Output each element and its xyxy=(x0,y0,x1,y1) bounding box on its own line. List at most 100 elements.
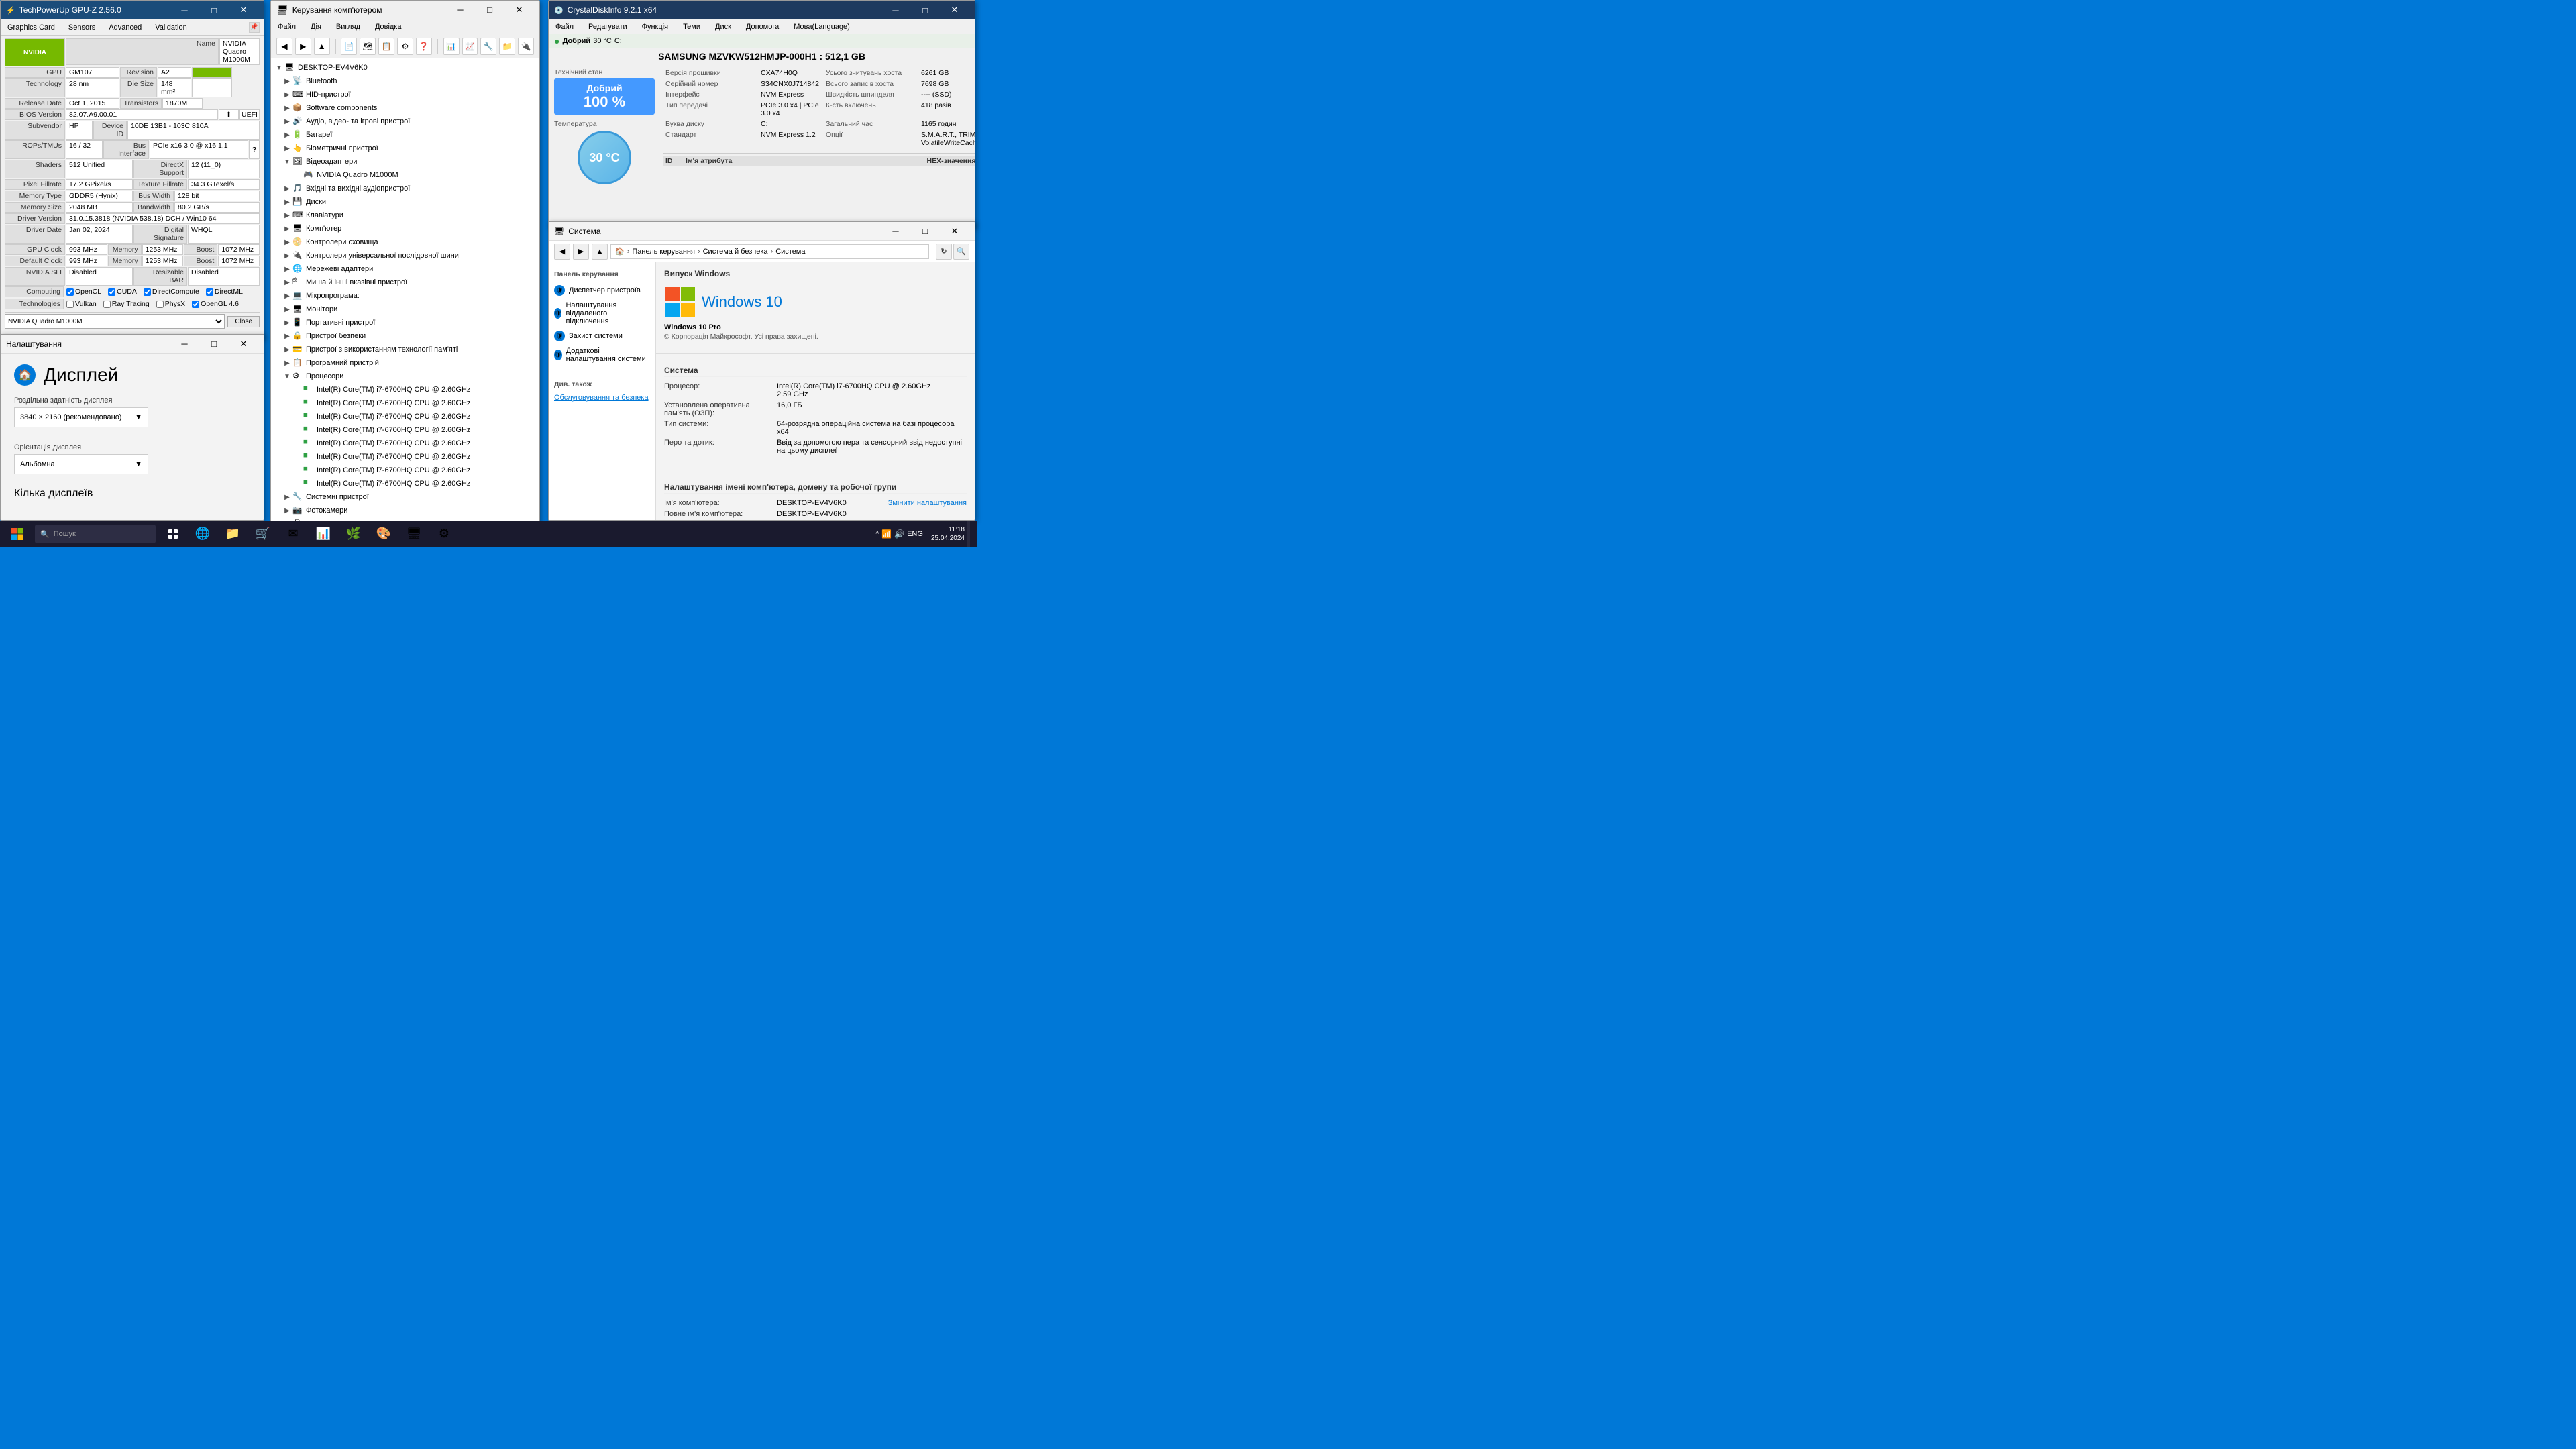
settings-maximize-btn[interactable]: □ xyxy=(199,335,229,354)
cam-toggle[interactable]: ▶ xyxy=(282,505,292,516)
bat-toggle[interactable]: ▶ xyxy=(282,129,292,140)
audio-io-toggle[interactable]: ▶ xyxy=(282,183,292,194)
nav-device-manager[interactable]: 🛡 Диспетчер пристроїв xyxy=(549,282,655,299)
mouse-toggle[interactable]: ▶ xyxy=(282,277,292,288)
sysinfo-back-btn[interactable]: ◀ xyxy=(554,244,570,260)
tree-sysdev[interactable]: ▶ 🔧 Системні пристрої xyxy=(271,490,539,504)
breadcrumb-2[interactable]: Система й безпека xyxy=(703,248,768,256)
nav-search-btn[interactable]: 🔍 xyxy=(953,244,969,260)
crystal-menu-edit[interactable]: Редагувати xyxy=(586,21,630,32)
bios-share-icon[interactable]: ⬆ xyxy=(219,109,239,120)
toolbar-extra5-btn[interactable]: 🔌 xyxy=(518,38,534,55)
manager-menu-help[interactable]: Довідка xyxy=(372,21,405,32)
toolbar-extra2-btn[interactable]: 📈 xyxy=(462,38,478,55)
orientation-dropdown[interactable]: Альбомна ▼ xyxy=(14,454,148,474)
toolbar-prop-btn[interactable]: ⚙ xyxy=(397,38,413,55)
bt-toggle[interactable]: ▶ xyxy=(282,76,292,87)
bio-toggle[interactable]: ▶ xyxy=(282,143,292,154)
toolbar-show-hide-btn[interactable]: 📄 xyxy=(341,38,357,55)
sec-toggle[interactable]: ▶ xyxy=(282,331,292,341)
tree-security[interactable]: ▶ 🔒 Пристрої безпеки xyxy=(271,329,539,343)
gpuz-pin-btn[interactable]: 📌 xyxy=(249,22,260,33)
port-toggle[interactable]: ▶ xyxy=(282,317,292,328)
see-also-link[interactable]: Обслуговування та безпека xyxy=(554,394,649,402)
crystal-minimize-btn[interactable]: ─ xyxy=(881,1,910,19)
taskbar-app5-btn[interactable]: 📊 xyxy=(309,521,338,547)
tree-memtech[interactable]: ▶ 💳 Пристрої з використанням технології … xyxy=(271,343,539,356)
tree-software[interactable]: ▶ 📦 Software components xyxy=(271,101,539,115)
mem-toggle[interactable]: ▶ xyxy=(282,344,292,355)
tree-mouse[interactable]: ▶ 🖱 Миша й інші вказівні пристрої xyxy=(271,276,539,289)
hid-toggle[interactable]: ▶ xyxy=(282,89,292,100)
manager-maximize-btn[interactable]: □ xyxy=(475,1,504,19)
taskbar-settings-btn[interactable]: ⚙ xyxy=(429,521,459,547)
crystal-menu-help[interactable]: Допомога xyxy=(743,21,782,32)
sysinfo-close-btn[interactable]: ✕ xyxy=(940,222,969,241)
menu-sensors[interactable]: Sensors xyxy=(66,22,98,33)
gpuz-close-btn[interactable]: ✕ xyxy=(229,1,258,19)
crystal-menu-themes[interactable]: Теми xyxy=(680,21,703,32)
crystal-menu-file[interactable]: Файл xyxy=(553,21,576,32)
taskbar-app6-btn[interactable]: 🌿 xyxy=(339,521,368,547)
tree-audio[interactable]: ▶ 🔊 Аудіо, відео- та ігрові пристрої xyxy=(271,115,539,128)
physx-check[interactable]: PhysX xyxy=(156,300,185,308)
kb-toggle[interactable]: ▶ xyxy=(282,210,292,221)
toolbar-extra1-btn[interactable]: 📊 xyxy=(443,38,460,55)
sw-toggle[interactable]: ▶ xyxy=(282,103,292,113)
toolbar-list-btn[interactable]: 📋 xyxy=(378,38,394,55)
taskbar-edge-btn[interactable]: 🌐 xyxy=(188,521,217,547)
show-desktop-btn[interactable] xyxy=(967,521,970,547)
gpuz-model-select[interactable]: NVIDIA Quadro M1000M xyxy=(5,314,225,329)
toolbar-back-btn[interactable]: ◀ xyxy=(276,38,292,55)
tree-disks[interactable]: ▶ 💾 Диски xyxy=(271,195,539,209)
manager-minimize-btn[interactable]: ─ xyxy=(445,1,475,19)
sysinfo-forward-btn[interactable]: ▶ xyxy=(573,244,589,260)
nav-protection[interactable]: 🛡 Захист системи xyxy=(549,328,655,344)
tree-firmware[interactable]: ▶ 💻 Мікропрограма: xyxy=(271,289,539,303)
crystal-maximize-btn[interactable]: □ xyxy=(910,1,940,19)
directml-check[interactable]: DirectML xyxy=(206,288,243,296)
resolution-dropdown[interactable]: 3840 × 2160 (рекомендовано) ▼ xyxy=(14,407,148,427)
gpuz-close-button[interactable]: Close xyxy=(227,316,260,327)
sysinfo-minimize-btn[interactable]: ─ xyxy=(881,222,910,241)
see-also-security[interactable]: Обслуговування та безпека xyxy=(549,391,655,405)
usb-toggle[interactable]: ▶ xyxy=(282,250,292,261)
tree-cpu5[interactable]: ▶ ■ Intel(R) Core(TM) i7-6700HQ CPU @ 2.… xyxy=(271,450,539,464)
disk-toggle[interactable]: ▶ xyxy=(282,197,292,207)
manager-menu-file[interactable]: Файл xyxy=(275,21,299,32)
tree-softdev[interactable]: ▶ 📋 Програмний пристрій xyxy=(271,356,539,370)
task-view-btn[interactable] xyxy=(161,521,185,547)
vulkan-check[interactable]: Vulkan xyxy=(66,300,97,308)
taskbar-search[interactable]: 🔍 Пошук xyxy=(35,525,156,543)
tree-portable[interactable]: ▶ 📱 Портативні пристрої xyxy=(271,316,539,329)
manager-close-btn[interactable]: ✕ xyxy=(504,1,534,19)
tree-processors[interactable]: ▼ ⚙ Процесори xyxy=(271,370,539,383)
tree-monitors[interactable]: ▶ 🖥 Монітори xyxy=(271,303,539,316)
fw-toggle[interactable]: ▶ xyxy=(282,290,292,301)
gpuz-minimize-btn[interactable]: ─ xyxy=(170,1,199,19)
start-button[interactable] xyxy=(3,521,32,547)
crystal-menu-disk[interactable]: Диск xyxy=(712,21,734,32)
opencl-check[interactable]: OpenCL xyxy=(66,288,101,296)
tray-arrow-icon[interactable]: ^ xyxy=(875,531,879,538)
mon-toggle[interactable]: ▶ xyxy=(282,304,292,315)
toolbar-extra4-btn[interactable]: 📁 xyxy=(499,38,515,55)
breadcrumb-1[interactable]: Панель керування xyxy=(632,248,695,256)
taskbar-mail-btn[interactable]: ✉ xyxy=(278,521,308,547)
sysinfo-up-btn[interactable]: ▲ xyxy=(592,244,608,260)
tree-video[interactable]: ▼ 🖼 Відеоадаптери xyxy=(271,155,539,168)
tree-cpu2[interactable]: ▶ ■ Intel(R) Core(TM) i7-6700HQ CPU @ 2.… xyxy=(271,410,539,423)
tree-cpu0[interactable]: ▶ ■ Intel(R) Core(TM) i7-6700HQ CPU @ 2.… xyxy=(271,383,539,396)
cuda-check[interactable]: CUDA xyxy=(108,288,137,296)
tree-cpu7[interactable]: ▶ ■ Intel(R) Core(TM) i7-6700HQ CPU @ 2.… xyxy=(271,477,539,490)
tree-battery[interactable]: ▶ 🔋 Батареї xyxy=(271,128,539,142)
taskbar-app7-btn[interactable]: 🎨 xyxy=(369,521,398,547)
settings-minimize-btn[interactable]: ─ xyxy=(170,335,199,354)
toolbar-help-btn[interactable]: ❓ xyxy=(416,38,432,55)
change-settings-link[interactable]: Змінити налаштування xyxy=(888,499,967,507)
tree-cpu3[interactable]: ▶ ■ Intel(R) Core(TM) i7-6700HQ CPU @ 2.… xyxy=(271,423,539,437)
video-toggle[interactable]: ▼ xyxy=(282,156,292,167)
taskbar-app8-btn[interactable]: 🖥 xyxy=(399,521,429,547)
manager-menu-view[interactable]: Вигляд xyxy=(333,21,363,32)
taskbar-clock[interactable]: 11:18 25.04.2024 xyxy=(931,525,965,543)
